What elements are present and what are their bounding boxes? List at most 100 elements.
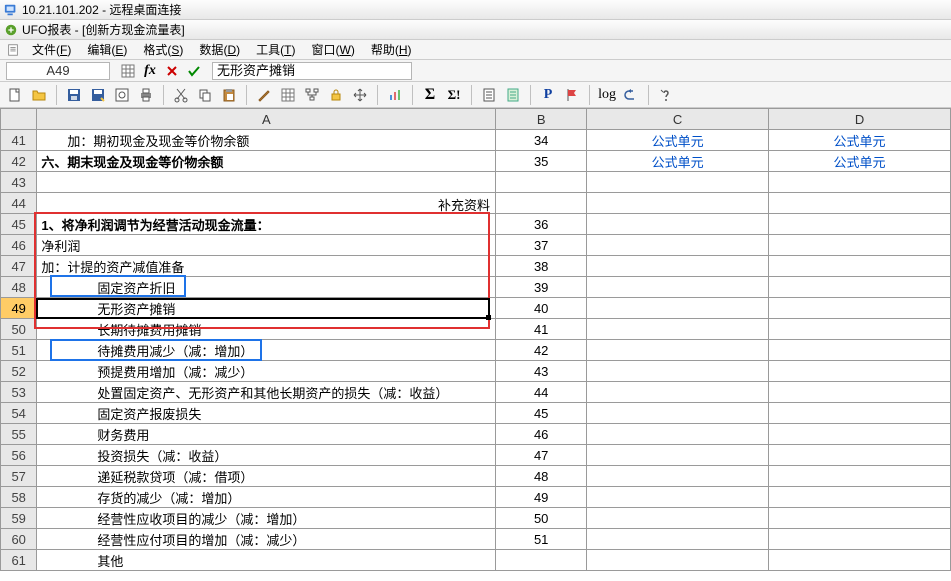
cell-B[interactable]: 50	[496, 508, 587, 529]
tree-button[interactable]	[301, 84, 323, 106]
cell-A[interactable]: 财务费用	[37, 424, 496, 445]
table-row[interactable]: 59经营性应收项目的减少（减：增加）50	[1, 508, 951, 529]
cell-A[interactable]: 固定资产折旧	[37, 277, 496, 298]
cell-D[interactable]	[769, 298, 951, 319]
table-row[interactable]: 55财务费用46	[1, 424, 951, 445]
cell-B[interactable]: 48	[496, 466, 587, 487]
cell-B[interactable]: 39	[496, 277, 587, 298]
cell-C[interactable]	[587, 529, 769, 550]
table-icon-button[interactable]	[277, 84, 299, 106]
cell-A[interactable]: 经营性应付项目的增加（减：减少）	[37, 529, 496, 550]
cell-C[interactable]	[587, 382, 769, 403]
cell-B[interactable]: 37	[496, 235, 587, 256]
colhead-C[interactable]: C	[587, 109, 769, 130]
log-button[interactable]: log	[596, 84, 618, 106]
cell-C[interactable]	[587, 193, 769, 214]
cell-A[interactable]: 净利润	[37, 235, 496, 256]
cell-C[interactable]	[587, 235, 769, 256]
table-row[interactable]: 42六、期末现金及现金等价物余额35公式单元公式单元	[1, 151, 951, 172]
cell-A[interactable]: 加：期初现金及现金等价物余额	[37, 130, 496, 151]
rowhead[interactable]: 47	[1, 256, 37, 277]
cell-D[interactable]	[769, 340, 951, 361]
cell-D[interactable]	[769, 403, 951, 424]
cell-C[interactable]	[587, 256, 769, 277]
cell-C[interactable]	[587, 487, 769, 508]
rowhead[interactable]: 45	[1, 214, 37, 235]
rowhead[interactable]: 54	[1, 403, 37, 424]
copy-button[interactable]	[194, 84, 216, 106]
menu-format[interactable]: 格式(S)	[135, 39, 191, 60]
cell-B[interactable]: 45	[496, 403, 587, 424]
cell-D[interactable]	[769, 529, 951, 550]
select-all-corner[interactable]	[1, 109, 37, 130]
cell-B[interactable]: 47	[496, 445, 587, 466]
cell-A[interactable]: 无形资产摊销	[37, 298, 496, 319]
cell-D[interactable]	[769, 235, 951, 256]
cell-C[interactable]: 公式单元	[587, 151, 769, 172]
cell-B[interactable]: 40	[496, 298, 587, 319]
menu-tools[interactable]: 工具(T)	[248, 39, 303, 60]
preview-button[interactable]	[111, 84, 133, 106]
cell-C[interactable]	[587, 466, 769, 487]
flag-button[interactable]	[561, 84, 583, 106]
rowhead[interactable]: 56	[1, 445, 37, 466]
colhead-D[interactable]: D	[769, 109, 951, 130]
cell-A[interactable]: 固定资产报废损失	[37, 403, 496, 424]
sigma-button[interactable]: Σ	[419, 84, 441, 106]
name-box[interactable]: A49	[6, 62, 110, 80]
cell-B[interactable]	[496, 550, 587, 571]
cell-B[interactable]: 38	[496, 256, 587, 277]
cell-A[interactable]: 待摊费用减少（减：增加）	[37, 340, 496, 361]
cell-A[interactable]: 六、期末现金及现金等价物余额	[37, 151, 496, 172]
table-row[interactable]: 47加：计提的资产减值准备38	[1, 256, 951, 277]
table-row[interactable]: 49无形资产摊销40	[1, 298, 951, 319]
cell-D[interactable]	[769, 487, 951, 508]
table-row[interactable]: 57递延税款贷项（减：借项）48	[1, 466, 951, 487]
colhead-A[interactable]: A	[37, 109, 496, 130]
open-file-button[interactable]	[28, 84, 50, 106]
undo-button[interactable]	[620, 84, 642, 106]
cell-A[interactable]: 存货的减少（减：增加）	[37, 487, 496, 508]
rowhead[interactable]: 50	[1, 319, 37, 340]
colhead-B[interactable]: B	[496, 109, 587, 130]
cell-D[interactable]	[769, 361, 951, 382]
cell-A[interactable]: 经营性应收项目的减少（减：增加）	[37, 508, 496, 529]
paste-button[interactable]	[218, 84, 240, 106]
sigma-all-button[interactable]: Σ!	[443, 84, 465, 106]
cell-B[interactable]: 42	[496, 340, 587, 361]
rowhead[interactable]: 49	[1, 298, 37, 319]
cell-C[interactable]	[587, 403, 769, 424]
cell-C[interactable]	[587, 277, 769, 298]
cell-C[interactable]	[587, 550, 769, 571]
table-row[interactable]: 53处置固定资产、无形资产和其他长期资产的损失（减：收益）44	[1, 382, 951, 403]
rowhead[interactable]: 46	[1, 235, 37, 256]
table-row[interactable]: 61其他	[1, 550, 951, 571]
rowhead[interactable]: 58	[1, 487, 37, 508]
rowhead[interactable]: 53	[1, 382, 37, 403]
table-row[interactable]: 58存货的减少（减：增加）49	[1, 487, 951, 508]
table-row[interactable]: 50长期待摊费用摊销41	[1, 319, 951, 340]
cell-C[interactable]	[587, 340, 769, 361]
cell-D[interactable]	[769, 445, 951, 466]
rowhead[interactable]: 61	[1, 550, 37, 571]
table-row[interactable]: 43	[1, 172, 951, 193]
cell-B[interactable]: 51	[496, 529, 587, 550]
rowhead[interactable]: 59	[1, 508, 37, 529]
rowhead[interactable]: 48	[1, 277, 37, 298]
cell-D[interactable]	[769, 424, 951, 445]
cell-A[interactable]	[37, 193, 496, 214]
cell-D[interactable]: 公式单元	[769, 130, 951, 151]
cell-A[interactable]: 长期待摊费用摊销	[37, 319, 496, 340]
cell-C[interactable]	[587, 361, 769, 382]
cell-D[interactable]: 公式单元	[769, 151, 951, 172]
rowhead[interactable]: 42	[1, 151, 37, 172]
save-as-button[interactable]	[87, 84, 109, 106]
rowhead[interactable]: 60	[1, 529, 37, 550]
cell-A[interactable]: 递延税款贷项（减：借项）	[37, 466, 496, 487]
p-button[interactable]: P	[537, 84, 559, 106]
cell-A[interactable]	[37, 172, 496, 193]
cell-C[interactable]	[587, 424, 769, 445]
table-row[interactable]: 60经营性应付项目的增加（减：减少）51	[1, 529, 951, 550]
cell-C[interactable]	[587, 508, 769, 529]
cell-D[interactable]	[769, 214, 951, 235]
